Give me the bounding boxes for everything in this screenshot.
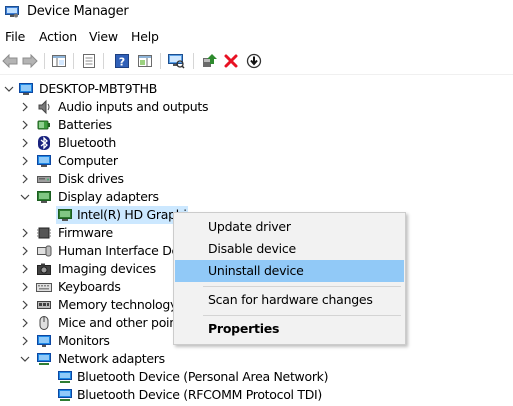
disk-drive-icon xyxy=(36,171,52,187)
uninstall-device-label: Uninstall device xyxy=(208,263,304,278)
uninstall-device-menu-item[interactable]: Uninstall device xyxy=(175,260,404,282)
network-adapter-icon xyxy=(36,351,52,367)
toolbar: ? xyxy=(0,48,513,75)
computer-icon xyxy=(18,81,34,97)
network-device-icon xyxy=(57,387,73,403)
update-driver-label: Update driver xyxy=(208,219,291,234)
monitor-icon xyxy=(36,333,52,349)
chevron-right-icon[interactable] xyxy=(20,170,30,188)
firmware-icon xyxy=(36,225,52,241)
uninstall-icon[interactable] xyxy=(222,52,240,70)
properties-icon[interactable] xyxy=(80,52,98,70)
tree-category-label: Display adapters xyxy=(58,189,159,204)
chevron-right-icon[interactable] xyxy=(20,332,30,350)
tree-root-label: DESKTOP-MBT9THB xyxy=(39,81,157,96)
tree-category-label: Mice and other pointi xyxy=(58,315,185,330)
tree-category-label: Monitors xyxy=(58,333,110,348)
chevron-right-icon[interactable] xyxy=(20,152,30,170)
tree-category-batteries[interactable]: Batteries xyxy=(0,116,240,134)
tree-category-network-adapters[interactable]: Network adapters xyxy=(0,350,240,368)
network-device-icon xyxy=(57,369,73,385)
chevron-down-icon[interactable] xyxy=(20,188,30,206)
chevron-right-icon[interactable] xyxy=(20,314,30,332)
tree-category-label: Memory technology d xyxy=(58,297,189,312)
bluetooth-icon xyxy=(36,135,52,151)
tree-device-label: Intel(R) HD Graphi xyxy=(77,207,187,222)
chevron-right-icon[interactable] xyxy=(20,260,30,278)
forward-icon[interactable] xyxy=(21,52,39,70)
scan-hardware-label: Scan for hardware changes xyxy=(208,292,373,307)
tree-category-label: Computer xyxy=(58,153,118,168)
disable-device-icon[interactable] xyxy=(245,52,263,70)
menu-file[interactable]: File xyxy=(5,29,25,44)
properties-label: Properties xyxy=(208,321,280,336)
tree-category-label: Network adapters xyxy=(58,351,165,366)
menu-view[interactable]: View xyxy=(89,29,118,44)
tree-category-disk-drives[interactable]: Disk drives xyxy=(0,170,240,188)
tree-device-item[interactable]: Bluetooth Device (Personal Area Network) xyxy=(0,368,328,386)
tree-category-label: Audio inputs and outputs xyxy=(58,99,209,114)
speaker-icon xyxy=(36,99,52,115)
menu-bar: File Action View Help xyxy=(0,28,513,46)
computer-icon xyxy=(36,153,52,169)
tree-category-label: Keyboards xyxy=(58,279,121,294)
tree-category-label: Firmware xyxy=(58,225,113,240)
battery-icon xyxy=(36,117,52,133)
tree-category-display-adapters[interactable]: Display adapters xyxy=(0,188,240,206)
chevron-right-icon[interactable] xyxy=(20,278,30,296)
svg-text:?: ? xyxy=(119,56,125,69)
title-bar: Device Manager xyxy=(0,0,513,26)
chevron-right-icon[interactable] xyxy=(20,98,30,116)
disable-device-menu-item[interactable]: Disable device xyxy=(175,238,404,260)
tree-category-label: Disk drives xyxy=(58,171,124,186)
scan-hardware-icon[interactable] xyxy=(167,52,185,70)
chevron-right-icon[interactable] xyxy=(20,116,30,134)
tree-category-label: Bluetooth xyxy=(58,135,116,150)
help-icon[interactable]: ? xyxy=(113,52,131,70)
tree-root[interactable]: DESKTOP-MBT9THB xyxy=(0,80,300,98)
tree-category-label: Imaging devices xyxy=(58,261,156,276)
tree-category-computer[interactable]: Computer xyxy=(0,152,240,170)
device-manager-icon xyxy=(5,6,19,18)
memory-icon xyxy=(36,297,52,313)
keyboard-icon xyxy=(36,279,52,295)
menu-separator xyxy=(203,315,401,316)
tree-category-audio-inputs-and-outputs[interactable]: Audio inputs and outputs xyxy=(0,98,240,116)
tree-category-bluetooth[interactable]: Bluetooth xyxy=(0,134,240,152)
disable-device-label: Disable device xyxy=(208,241,296,256)
mouse-icon xyxy=(36,315,52,331)
display-adapter-icon xyxy=(57,207,73,223)
context-menu: Update driver Disable device Uninstall d… xyxy=(173,212,406,345)
back-icon[interactable] xyxy=(1,52,19,70)
tree-device-label: Bluetooth Device (Personal Area Network) xyxy=(77,369,329,384)
camera-icon xyxy=(36,261,52,277)
tree-category-label: Human Interface Devi xyxy=(58,243,190,258)
chevron-down-icon[interactable] xyxy=(20,350,30,368)
hid-icon xyxy=(36,243,52,259)
action-pane-icon[interactable] xyxy=(136,52,154,70)
update-driver-icon[interactable] xyxy=(200,52,218,70)
window-title: Device Manager xyxy=(27,4,129,19)
chevron-right-icon[interactable] xyxy=(20,296,30,314)
chevron-right-icon[interactable] xyxy=(20,242,30,260)
tree-device-item[interactable]: Bluetooth Device (RFCOMM Protocol TDI) xyxy=(0,386,322,404)
display-adapter-icon xyxy=(36,189,52,205)
update-driver-menu-item[interactable]: Update driver xyxy=(175,216,404,238)
properties-menu-item[interactable]: Properties xyxy=(175,318,404,340)
menu-separator xyxy=(203,286,401,287)
chevron-right-icon[interactable] xyxy=(20,224,30,242)
show-hide-console-tree-icon[interactable] xyxy=(50,52,68,70)
chevron-right-icon[interactable] xyxy=(20,134,30,152)
tree-category-label: Batteries xyxy=(58,117,112,132)
menu-action[interactable]: Action xyxy=(39,29,77,44)
scan-hardware-menu-item[interactable]: Scan for hardware changes xyxy=(175,289,404,311)
chevron-down-icon[interactable] xyxy=(4,80,14,98)
menu-help[interactable]: Help xyxy=(131,29,159,44)
